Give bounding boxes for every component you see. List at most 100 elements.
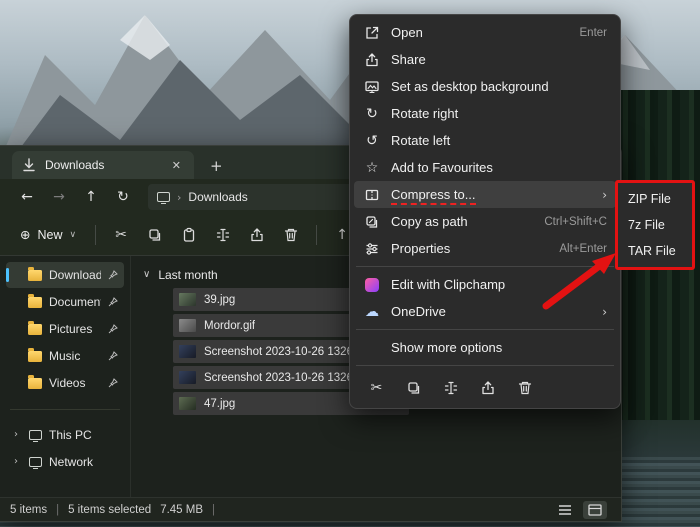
file-name: Mordor.gif	[204, 320, 255, 332]
collapse-chevron-icon[interactable]: ∨	[143, 270, 150, 280]
navigation-pane: Downloads Documents Pictures Music Video	[0, 256, 131, 497]
folder-icon	[28, 324, 42, 335]
view-toggles	[553, 501, 611, 519]
copy-icon[interactable]	[139, 220, 171, 250]
sidebar-item-music[interactable]: Music	[6, 343, 124, 369]
refresh-icon[interactable]: ↻	[110, 184, 136, 210]
menu-item-label: Share	[391, 52, 607, 67]
onedrive-cloud-icon: ☁	[363, 305, 381, 319]
submenu-item-zip-file[interactable]: ZIP File	[622, 186, 688, 212]
chevron-down-icon: ∨	[70, 231, 77, 240]
menu-item-add-to-favourites[interactable]: ☆ Add to Favourites	[354, 154, 616, 181]
tab-downloads[interactable]: Downloads ✕	[12, 151, 194, 179]
delete-icon[interactable]	[275, 220, 307, 250]
clipchamp-icon	[363, 278, 381, 292]
large-icons-view-icon[interactable]	[583, 501, 607, 519]
up-icon[interactable]: ↑	[78, 184, 104, 210]
menu-item-compress-to[interactable]: Compress to... ›	[354, 181, 616, 208]
desktop-background-icon	[363, 79, 381, 95]
tree-chevron-icon[interactable]: ›	[10, 457, 22, 467]
favourite-star-icon: ☆	[363, 161, 381, 175]
image-thumbnail	[179, 345, 196, 358]
menu-item-shortcut: Ctrl+Shift+C	[544, 216, 607, 228]
download-icon	[21, 157, 37, 173]
share-icon[interactable]	[471, 374, 504, 402]
sidebar-item-label: Network	[49, 455, 118, 469]
properties-icon	[363, 241, 381, 257]
menu-item-rotate-left[interactable]: ↺ Rotate left	[354, 127, 616, 154]
submenu-item-tar-file[interactable]: TAR File	[622, 238, 688, 264]
file-name: 47.jpg	[204, 398, 235, 410]
new-button-label: New	[37, 228, 62, 242]
breadcrumb-path[interactable]: Downloads	[188, 190, 247, 204]
cut-icon[interactable]: ✂	[105, 220, 137, 250]
pin-icon	[108, 378, 118, 388]
menu-item-show-more-options[interactable]: Show more options	[354, 334, 616, 361]
tab-title: Downloads	[45, 158, 160, 172]
details-view-icon[interactable]	[553, 501, 577, 519]
sidebar-item-this-pc[interactable]: › This PC	[6, 422, 124, 448]
share-icon[interactable]	[241, 220, 273, 250]
status-divider: |	[56, 504, 59, 516]
sidebar-item-label: Pictures	[49, 322, 101, 336]
rename-icon[interactable]	[207, 220, 239, 250]
cut-icon[interactable]: ✂	[360, 374, 393, 402]
context-menu: Open Enter Share Set as desktop backgrou…	[349, 14, 621, 409]
selection-size: 7.45 MB	[160, 504, 203, 516]
image-thumbnail	[179, 319, 196, 332]
menu-item-set-desktop-background[interactable]: Set as desktop background	[354, 73, 616, 100]
folder-icon	[28, 351, 42, 362]
menu-item-open[interactable]: Open Enter	[354, 19, 616, 46]
sidebar-item-videos[interactable]: Videos	[6, 370, 124, 396]
menu-item-label: Set as desktop background	[391, 79, 607, 94]
sidebar-item-downloads[interactable]: Downloads	[6, 262, 124, 288]
menu-item-label: Compress to...	[391, 187, 592, 202]
menu-item-label: Copy as path	[391, 214, 534, 229]
submenu-chevron-icon: ›	[602, 189, 607, 201]
status-bar: 5 items | 5 items selected 7.45 MB |	[0, 497, 621, 521]
menu-item-label: Show more options	[391, 340, 607, 355]
new-button[interactable]: ⊕ New ∨	[10, 223, 86, 247]
tab-close-icon[interactable]: ✕	[168, 159, 185, 172]
paste-icon[interactable]	[173, 220, 205, 250]
submenu-item-7z-file[interactable]: 7z File	[622, 212, 688, 238]
image-thumbnail	[179, 397, 196, 410]
menu-item-label: Rotate right	[391, 106, 607, 121]
toolbar-divider	[95, 225, 96, 245]
new-tab-button[interactable]: +	[204, 159, 229, 174]
image-thumbnail	[179, 293, 196, 306]
sidebar-item-label: Music	[49, 349, 101, 363]
sidebar-item-network[interactable]: › Network	[6, 449, 124, 475]
folder-icon	[28, 378, 42, 389]
delete-icon[interactable]	[508, 374, 541, 402]
toolbar-divider	[316, 225, 317, 245]
menu-item-label: Properties	[391, 241, 549, 256]
group-label: Last month	[158, 268, 217, 282]
menu-divider	[356, 365, 614, 366]
image-thumbnail	[179, 371, 196, 384]
sidebar-item-label: This PC	[49, 428, 118, 442]
sidebar-item-label: Videos	[49, 376, 101, 390]
forward-icon[interactable]: →	[46, 184, 72, 210]
this-pc-icon	[29, 430, 42, 440]
menu-item-label: Rotate left	[391, 133, 607, 148]
menu-divider	[356, 329, 614, 330]
rename-icon[interactable]	[434, 374, 467, 402]
menu-item-copy-as-path[interactable]: Copy as path Ctrl+Shift+C	[354, 208, 616, 235]
menu-item-label: Open	[391, 25, 570, 40]
sidebar-item-documents[interactable]: Documents	[6, 289, 124, 315]
share-icon	[363, 52, 381, 68]
compress-submenu: ZIP File 7z File TAR File	[615, 180, 695, 270]
back-icon[interactable]: ←	[14, 184, 40, 210]
copy-icon[interactable]	[397, 374, 430, 402]
tree-chevron-icon[interactable]: ›	[10, 430, 22, 440]
item-count: 5 items	[10, 504, 47, 516]
sidebar-item-label: Documents	[49, 295, 101, 309]
open-icon	[363, 25, 381, 41]
menu-item-rotate-right[interactable]: ↻ Rotate right	[354, 100, 616, 127]
compress-icon	[363, 187, 381, 203]
network-icon	[29, 457, 42, 467]
menu-item-share[interactable]: Share	[354, 46, 616, 73]
sidebar-item-pictures[interactable]: Pictures	[6, 316, 124, 342]
menu-item-label: Add to Favourites	[391, 160, 607, 175]
